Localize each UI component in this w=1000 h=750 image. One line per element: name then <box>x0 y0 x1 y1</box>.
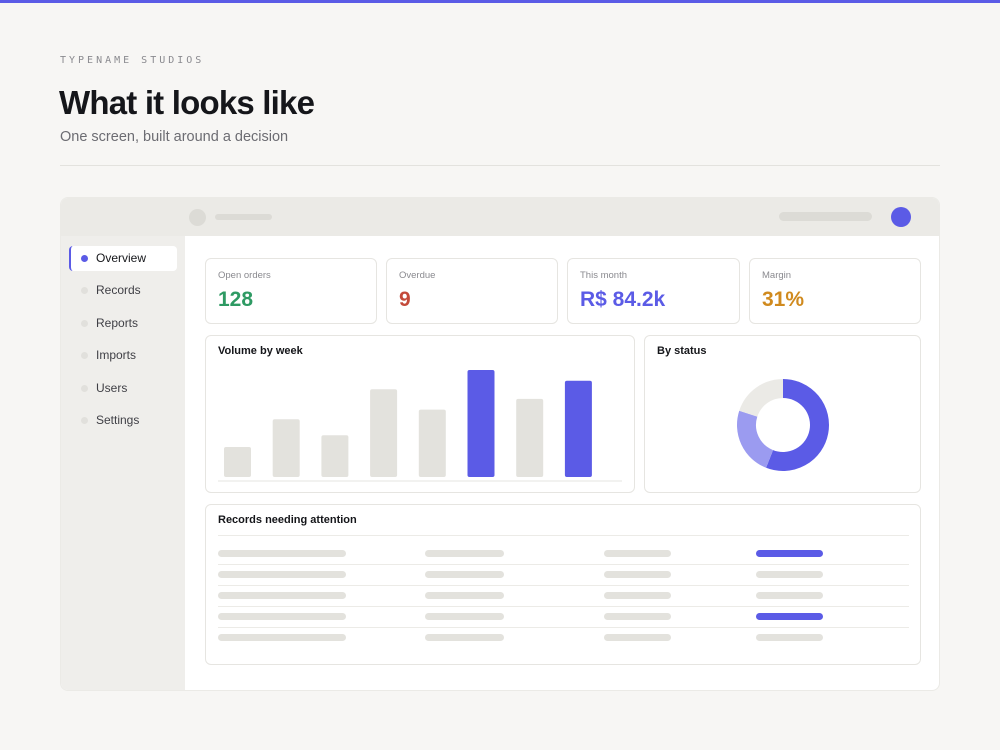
table-cell-placeholder <box>218 571 346 578</box>
kpi-label: This month <box>580 270 627 281</box>
table-cell-placeholder <box>218 592 346 599</box>
search-placeholder[interactable] <box>779 212 872 221</box>
sidebar-item-settings[interactable]: Settings <box>69 408 177 433</box>
kpi-label: Overdue <box>399 270 436 281</box>
table-cell-placeholder <box>604 550 671 557</box>
dot-icon <box>81 417 88 424</box>
bar[interactable] <box>224 447 251 477</box>
table-header-divider <box>218 535 909 536</box>
kpi-value: 128 <box>218 288 254 311</box>
table-row-divider <box>218 606 909 607</box>
kpi-card-margin[interactable]: Margin 31% <box>749 258 921 324</box>
table-cell-placeholder <box>604 592 671 599</box>
logo-placeholder <box>189 209 206 226</box>
page-title: What it looks like <box>59 84 315 121</box>
donut-slice[interactable] <box>737 410 774 468</box>
status-cell-placeholder <box>756 613 823 620</box>
table-cell-placeholder <box>425 634 504 641</box>
table-cell-placeholder <box>425 613 504 620</box>
avatar[interactable] <box>891 207 911 227</box>
table-row-divider <box>218 585 909 586</box>
table-cell-placeholder <box>218 613 346 620</box>
dot-icon <box>81 320 88 327</box>
studio-eyebrow: TYPENAME STUDIOS <box>60 55 205 66</box>
kpi-label: Margin <box>762 270 792 281</box>
donut-slice[interactable] <box>739 379 784 418</box>
dot-icon <box>81 385 88 392</box>
bar[interactable] <box>370 389 398 477</box>
table-cell-placeholder <box>604 571 671 578</box>
page-subtitle: One screen, built around a decision <box>60 129 289 145</box>
table-cell-placeholder <box>604 613 671 620</box>
status-cell-placeholder <box>756 571 823 578</box>
volume-bar-chart <box>218 370 622 482</box>
sidebar-item-overview[interactable]: Overview <box>69 246 177 271</box>
sidebar-item-imports[interactable]: Imports <box>69 343 177 368</box>
sidebar-item-records[interactable]: Records <box>69 278 177 303</box>
status-cell-placeholder <box>756 550 823 557</box>
bar[interactable] <box>516 398 544 477</box>
records-card-title: Records needing attention <box>218 514 357 526</box>
status-cell-placeholder <box>756 592 823 599</box>
status-card: By status <box>644 335 921 493</box>
sidebar: Overview Records Reports Imports Users S… <box>61 236 185 690</box>
app-topbar <box>61 198 939 236</box>
accent-top-bar <box>0 0 1000 3</box>
table-cell-placeholder <box>218 634 346 641</box>
kpi-value: 31% <box>762 288 805 311</box>
bar[interactable] <box>418 409 446 477</box>
kpi-card-this-month[interactable]: This month R$ 84.2k <box>567 258 740 324</box>
sidebar-item-label: Records <box>96 283 141 297</box>
bar[interactable] <box>467 370 495 477</box>
header-divider <box>60 165 940 166</box>
table-cell-placeholder <box>425 550 504 557</box>
sidebar-item-label: Reports <box>96 316 139 330</box>
sidebar-item-label: Overview <box>96 251 147 265</box>
sidebar-item-label: Settings <box>96 413 140 427</box>
kpi-card-open-orders[interactable]: Open orders 128 <box>205 258 377 324</box>
table-cell-placeholder <box>425 592 504 599</box>
kpi-label: Open orders <box>218 270 271 281</box>
app-window: Overview Records Reports Imports Users S… <box>60 197 940 691</box>
bar[interactable] <box>321 435 349 477</box>
volume-card: Volume by week <box>205 335 635 493</box>
dot-icon <box>81 287 88 294</box>
sidebar-item-reports[interactable]: Reports <box>69 311 177 336</box>
app-name-placeholder <box>215 214 272 220</box>
table-cell-placeholder <box>425 571 504 578</box>
dot-icon <box>81 352 88 359</box>
bar[interactable] <box>564 380 592 477</box>
status-cell-placeholder <box>756 634 823 641</box>
table-row-divider <box>218 627 909 628</box>
records-card: Records needing attention <box>205 504 921 665</box>
table-row-divider <box>218 564 909 565</box>
sidebar-item-label: Users <box>96 381 128 395</box>
table-cell-placeholder <box>218 550 346 557</box>
kpi-value: 9 <box>399 288 411 311</box>
table-cell-placeholder <box>604 634 671 641</box>
active-dot-icon <box>81 255 88 262</box>
sidebar-item-users[interactable]: Users <box>69 376 177 401</box>
status-donut-chart <box>737 379 829 471</box>
kpi-value: R$ 84.2k <box>580 288 666 311</box>
donut-slice[interactable] <box>766 379 829 471</box>
kpi-card-overdue[interactable]: Overdue 9 <box>386 258 558 324</box>
sidebar-item-label: Imports <box>96 348 137 362</box>
bar[interactable] <box>272 419 300 477</box>
